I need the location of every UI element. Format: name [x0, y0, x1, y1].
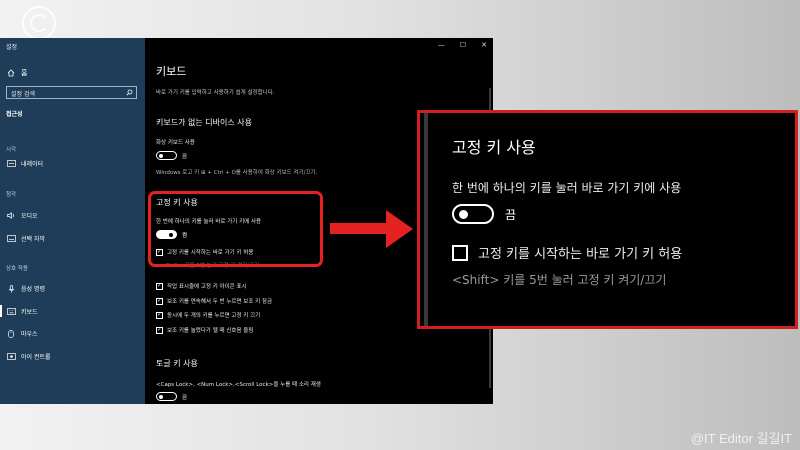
sidebar-item-speech[interactable]: 음성 명령	[6, 284, 45, 293]
zoom-toggle-label: 한 번에 하나의 키를 눌러 바로 가기 키에 사용	[452, 181, 682, 195]
maximize-button[interactable]: ☐	[460, 41, 466, 49]
sidebar-item-captions[interactable]: 선택 자막	[6, 234, 45, 243]
minimize-button[interactable]: —	[438, 41, 445, 49]
settings-search-input[interactable]: 설정 검색	[6, 86, 137, 99]
checkmark-icon: ✓	[156, 311, 163, 319]
speaker-icon	[6, 212, 16, 220]
zoom-heading: 고정 키 사용	[452, 138, 536, 157]
sidebar-item-keyboard[interactable]: 키보드	[0, 305, 38, 317]
group-hearing: 청각	[6, 192, 17, 198]
zoom-toggle-state: 끔	[505, 208, 517, 222]
search-icon	[126, 89, 133, 96]
page-description: 바로 가기 키를 입력하고 사용하기 쉽게 설정합니다.	[156, 90, 275, 96]
sidebar-item-audio[interactable]: 오디오	[6, 211, 38, 220]
zoom-sticky-toggle[interactable]	[452, 204, 494, 224]
sidebar-item-label: 키보드	[21, 309, 38, 316]
option-checkbox-turn-off[interactable]: ✓ 동시에 두 개의 키를 누르면 고정 키 끄기	[156, 311, 260, 319]
home-label: 홈	[21, 69, 28, 77]
osk-heading: 키보드가 없는 디바이스 사용	[156, 118, 252, 127]
section-title: 접근성	[6, 111, 23, 118]
sidebar-item-narrator[interactable]: 내레이터	[6, 159, 43, 168]
narrator-icon	[6, 160, 16, 168]
option-checkbox-taskbar-icon[interactable]: ✓ 작업 표시줄에 고정 키 아이콘 표시	[156, 282, 247, 290]
arrow-shaft	[330, 223, 388, 234]
option-checkbox-lock-modifier[interactable]: ✓ 보조 키를 연속해서 두 번 누르면 보조 키 잠금	[156, 297, 272, 305]
option-checkbox-beep[interactable]: ✓ 보조 키를 눌렀다가 뗄 때 신호음 울림	[156, 326, 253, 334]
sidebar-item-label: 음성 명령	[21, 286, 45, 293]
search-placeholder: 설정 검색	[11, 91, 35, 98]
sidebar-item-label: 마우스	[21, 331, 38, 338]
sidebar-item-mouse[interactable]: 마우스	[6, 329, 38, 338]
zoom-scrollbar	[424, 113, 428, 326]
microphone-icon	[6, 284, 16, 293]
zoom-shortcut-checkbox[interactable]: 고정 키를 시작하는 바로 가기 키 허용	[452, 243, 682, 262]
page-title: 키보드	[156, 65, 187, 78]
home-icon	[7, 69, 15, 77]
toggle-keys-toggle[interactable]	[156, 392, 177, 401]
window-controls: — ☐ ✕	[438, 41, 487, 49]
sidebar-item-label: 선택 자막	[21, 236, 45, 243]
mouse-icon	[6, 329, 16, 338]
checkmark-icon: ✓	[156, 326, 163, 334]
checkbox-label: 고정 키를 시작하는 바로 가기 키 허용	[478, 247, 683, 262]
arrow-right-icon	[386, 210, 413, 248]
osk-toggle-label: 화상 키보드 사용	[156, 140, 195, 146]
zoom-panel: 고정 키 사용 한 번에 하나의 키를 눌러 바로 가기 키에 사용 끔 고정 …	[417, 110, 798, 329]
sidebar-item-label: 오디오	[21, 213, 38, 220]
zoom-hint: <Shift> 키를 5번 눌러 고정 키 켜기/끄기	[452, 273, 667, 287]
settings-sidebar: 설정 홈 설정 검색 접근성 시각 내레이터 청각 오디오 선택 자막 상호 작…	[0, 38, 145, 404]
checkbox-box	[452, 244, 468, 261]
sidebar-item-label: 아이 컨트롤	[21, 354, 51, 361]
eye-icon	[6, 353, 16, 361]
checkbox-label: 보조 키를 연속해서 두 번 누르면 보조 키 잠금	[167, 299, 273, 305]
checkbox-label: 보조 키를 눌렀다가 뗄 때 신호음 울림	[167, 328, 254, 334]
watermark: @IT Editor 길길IT	[690, 431, 792, 446]
group-interaction: 상호 작용	[6, 266, 28, 272]
captions-icon	[6, 235, 16, 243]
checkmark-icon: ✓	[156, 297, 163, 305]
sidebar-item-home[interactable]: 홈	[7, 68, 27, 78]
toggle-keys-state: 끔	[182, 395, 188, 401]
checkbox-label: 작업 표시줄에 고정 키 아이콘 표시	[167, 284, 247, 290]
toggle-keys-heading: 토글 키 사용	[156, 359, 198, 368]
osk-toggle-state: 끔	[182, 154, 188, 160]
group-vision: 시각	[6, 147, 17, 153]
checkbox-label: 동시에 두 개의 키를 누르면 고정 키 끄기	[167, 313, 261, 319]
close-button[interactable]: ✕	[481, 41, 487, 49]
highlight-box	[148, 191, 323, 267]
sidebar-item-eye-control[interactable]: 아이 컨트롤	[6, 352, 51, 361]
app-title: 설정	[6, 44, 18, 51]
sidebar-item-label: 내레이터	[21, 161, 44, 168]
toggle-keys-description: <Caps Lock>, <Num Lock>,<Scroll Lock>을 누…	[156, 382, 321, 388]
osk-hint: Windows 로고 키 ⊞ + Ctrl + O를 사용하여 화상 키보드 켜…	[156, 170, 318, 176]
keyboard-icon	[6, 308, 16, 316]
checkmark-icon: ✓	[156, 282, 163, 290]
osk-toggle[interactable]	[156, 151, 177, 160]
channel-logo	[22, 6, 56, 40]
